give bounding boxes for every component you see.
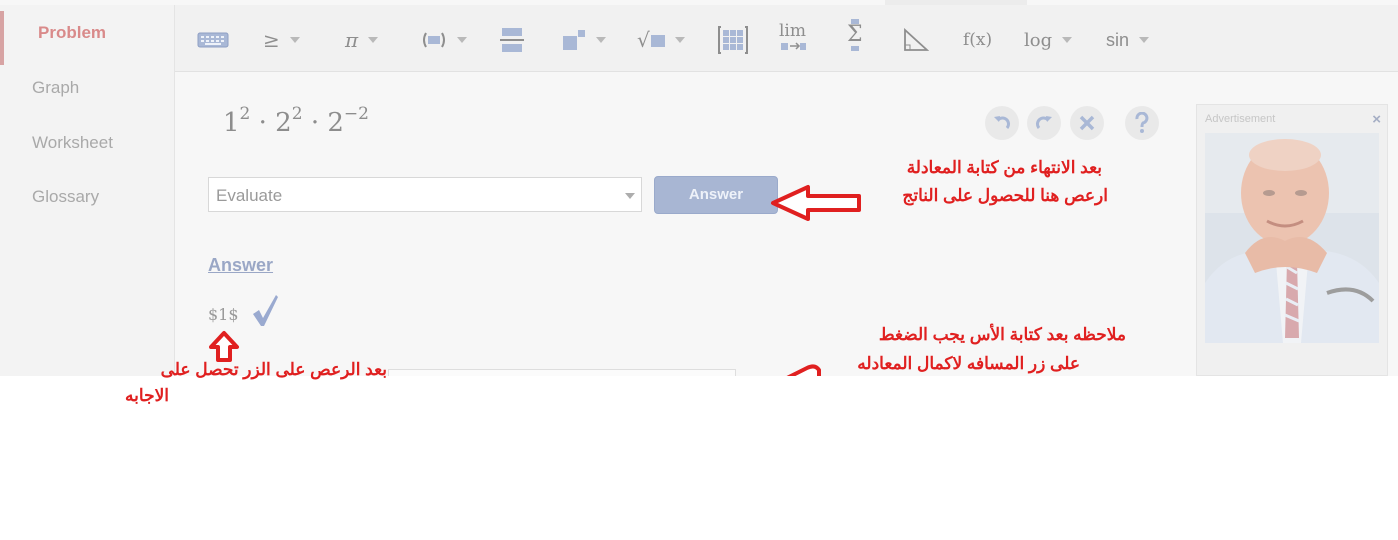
ad-close-icon[interactable]: × <box>1372 111 1381 128</box>
answer-heading[interactable]: Answer <box>208 255 273 276</box>
ad-label: Advertisement <box>1205 113 1276 125</box>
annotation-right-line1: ملاحظه بعد كتابة الأس يجب الضغط <box>878 325 1126 344</box>
advertisement-panel: Advertisement × <box>1196 104 1388 376</box>
help-button[interactable] <box>1125 106 1159 140</box>
undo-icon <box>994 116 1010 129</box>
matrix-icon[interactable] <box>718 25 748 55</box>
annotation-bottom-left-line2: الاجابه <box>125 386 169 405</box>
parentheses-icon[interactable] <box>421 25 467 55</box>
annotation-arrow-partial-icon <box>786 364 821 376</box>
geq-symbol: ≥ <box>263 28 280 52</box>
answer-result: $1$ <box>208 305 239 324</box>
math-toolbar: ≥ π √ lim Σ f(x) log sin <box>175 5 1398 72</box>
trig-icon[interactable]: sin <box>1106 25 1150 55</box>
chevron-down-icon <box>596 37 606 43</box>
inequality-icon[interactable]: ≥ <box>263 25 300 55</box>
sqrt-symbol: √ <box>637 28 650 52</box>
undo-button[interactable] <box>985 106 1019 140</box>
answer-button[interactable]: Answer <box>654 176 778 214</box>
clear-button[interactable] <box>1070 106 1104 140</box>
sigma-symbol: Σ <box>847 22 863 47</box>
pi-symbol: π <box>345 28 359 52</box>
redo-button[interactable] <box>1027 106 1061 140</box>
base-2: 2 <box>275 108 292 138</box>
annotation-top-line1: بعد الانتهاء من كتابة المعادلة <box>906 158 1102 177</box>
chevron-down-icon <box>1062 37 1073 43</box>
chevron-down-icon <box>457 37 467 43</box>
sigma-icon[interactable]: Σ <box>847 19 863 61</box>
function-icon[interactable]: f(x) <box>963 25 992 55</box>
lim-label: lim <box>779 21 806 41</box>
ad-photo[interactable] <box>1205 133 1379 343</box>
redo-icon <box>1036 116 1052 129</box>
dot-operator: · <box>258 108 267 138</box>
sidebar-item-problem[interactable]: Problem <box>0 11 174 65</box>
sidebar: Problem Graph Worksheet Glossary <box>0 5 175 376</box>
pi-icon[interactable]: π <box>345 25 379 55</box>
annotation-top-line2: ارعص هنا للحصول على الناتج <box>902 186 1108 205</box>
fx-label: f(x) <box>963 30 993 50</box>
close-icon <box>1079 115 1095 131</box>
limit-icon[interactable]: lim <box>779 21 806 59</box>
chevron-down-icon <box>674 37 685 43</box>
exponent-1: 2 <box>239 104 251 124</box>
operation-select[interactable]: Evaluate <box>208 177 642 212</box>
annotation-arrow-up-icon <box>209 331 239 362</box>
chevron-down-icon <box>289 37 300 43</box>
exponent-icon[interactable] <box>562 25 606 55</box>
exponent-3: −2 <box>343 104 369 124</box>
checkmark-icon <box>253 295 278 326</box>
log-label: log <box>1024 29 1053 51</box>
chevron-down-icon <box>625 193 635 199</box>
sin-label: sin <box>1106 29 1130 50</box>
base-1: 1 <box>223 108 240 138</box>
exponent-2: 2 <box>291 104 303 124</box>
math-expression[interactable]: 12 · 22 · 2−2 <box>223 104 369 138</box>
question-icon <box>1135 112 1149 133</box>
annotation-right-line2: على زر المسافه لاكمال المعادله <box>857 354 1080 373</box>
sidebar-item-glossary[interactable]: Glossary <box>0 175 174 219</box>
keyboard-icon[interactable] <box>197 25 229 55</box>
operation-select-value: Evaluate <box>216 186 283 205</box>
log-icon[interactable]: log <box>1024 25 1073 55</box>
annotation-arrow-left-icon <box>771 185 861 221</box>
dot-operator: · <box>310 108 320 138</box>
fraction-icon[interactable] <box>500 25 524 55</box>
app-window: Problem Graph Worksheet Glossary ≥ π √ l… <box>0 0 1398 376</box>
triangle-icon[interactable] <box>903 25 929 55</box>
sidebar-item-worksheet[interactable]: Worksheet <box>0 121 174 165</box>
base-3: 2 <box>327 108 344 138</box>
chevron-down-icon <box>368 37 379 43</box>
next-input-field[interactable] <box>388 369 736 376</box>
annotation-bottom-left-line1: بعد الرعص على الزر تحصل على <box>160 360 387 379</box>
sqrt-icon[interactable]: √ <box>637 25 685 55</box>
chevron-down-icon <box>1139 37 1150 43</box>
sidebar-item-graph[interactable]: Graph <box>0 66 174 110</box>
